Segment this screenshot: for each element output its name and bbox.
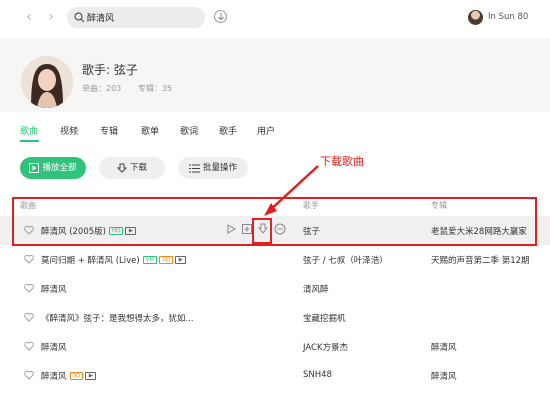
tag-vip: VIP [142, 256, 158, 264]
song-title[interactable]: 醉清风 [41, 283, 67, 295]
batch-operation-label: 批量操作 [202, 163, 237, 173]
heart-icon[interactable] [24, 312, 34, 322]
table-row[interactable]: 醉清风 (2005版) HQ ▶ 弦子 老鼠爱大米28网路大赢家 [0, 216, 550, 245]
tag-sq: SQ [159, 256, 174, 264]
tag-mv-icon[interactable]: ▶ [85, 372, 97, 380]
more-icon[interactable] [273, 222, 287, 236]
forward-arrow-icon[interactable]: › [44, 9, 58, 25]
back-arrow-icon[interactable]: ‹ [22, 9, 36, 25]
table-row[interactable]: 醉清风 清风醉 [0, 274, 550, 303]
tag-sq: SQ [69, 372, 84, 380]
song-album[interactable]: 醉清风 [431, 370, 457, 382]
song-table-header: 歌曲 歌手 专辑 [0, 196, 550, 214]
heart-icon[interactable] [24, 341, 34, 351]
heart-icon[interactable] [24, 254, 34, 264]
song-singer[interactable]: 弦子 / 七叔（叶泽浩） [303, 254, 388, 266]
tab-users[interactable]: 用户 [257, 124, 275, 137]
song-title-text[interactable]: 醉清风 [41, 285, 67, 295]
user-avatar[interactable] [468, 10, 483, 25]
tag-mv-icon[interactable]: ▶ [175, 256, 187, 264]
download-icon [116, 163, 127, 173]
song-title[interactable]: 《醉清风》弦子：是我想得太多，犹如... [41, 312, 194, 324]
tab-songs[interactable]: 歌曲 [20, 124, 38, 137]
annotation-label: 下载歌曲 [320, 155, 364, 168]
singles-count: 单曲：203 [82, 84, 122, 93]
song-title-text[interactable]: 《醉清风》弦子：是我想得太多，犹如... [41, 314, 194, 324]
song-singer[interactable]: 弦子 [303, 225, 320, 237]
song-tags: HQ ▶ [108, 227, 138, 237]
song-title-text[interactable]: 醉清风 (2005版) [41, 227, 106, 237]
column-singer: 歌手 [303, 201, 319, 210]
song-singer[interactable]: 清风醉 [303, 283, 329, 295]
play-icon[interactable] [224, 222, 238, 236]
song-album[interactable]: 醉清风 [431, 341, 457, 353]
user-name[interactable]: In Sun 80 [488, 12, 528, 22]
song-title[interactable]: 醉清风 SQ ▶ [41, 370, 98, 382]
song-title-text[interactable]: 醉清风 [41, 372, 67, 382]
song-album[interactable]: 天赐的声音第二季 第12期 [431, 254, 530, 266]
download-icon[interactable] [256, 222, 270, 236]
tag-mv-icon[interactable]: ▶ [125, 227, 137, 235]
download-manager-icon[interactable] [214, 10, 227, 23]
play-all-label: 播放全部 [42, 163, 77, 173]
tab-singers[interactable]: 歌手 [219, 124, 237, 137]
song-title-text[interactable]: 莫问归期 + 醉清风 (Live) [41, 256, 140, 266]
top-bar: ‹ › 醉清风 In Sun 80 [0, 0, 550, 38]
song-album[interactable]: 老鼠爱大米28网路大赢家 [431, 225, 527, 237]
download-button[interactable]: 下载 [99, 157, 165, 179]
search-value[interactable]: 醉清风 [87, 11, 114, 24]
table-row[interactable]: 《醉清风》弦子：是我想得太多，犹如... 宝藏挖掘机 [0, 303, 550, 332]
song-title-text[interactable]: 醉清风 [41, 343, 67, 353]
tab-albums[interactable]: 专辑 [100, 124, 118, 137]
search-input[interactable]: 醉清风 [67, 7, 205, 28]
tab-playlists[interactable]: 歌单 [141, 124, 159, 137]
song-singer[interactable]: 宝藏挖掘机 [303, 312, 346, 324]
artist-stats: 单曲：203 专辑：35 [82, 83, 186, 94]
song-tags: VIP SQ ▶ [142, 256, 189, 266]
heart-icon[interactable] [24, 283, 34, 293]
tab-videos[interactable]: 视频 [60, 124, 78, 137]
song-title[interactable]: 醉清风 [41, 341, 67, 353]
download-label: 下载 [129, 163, 147, 173]
list-icon [188, 164, 200, 172]
song-singer[interactable]: JACK方景杰 [303, 341, 348, 353]
play-icon [29, 163, 40, 173]
song-singer[interactable]: SNH48 [303, 370, 332, 380]
song-title[interactable]: 莫问归期 + 醉清风 (Live) VIP SQ ▶ [41, 254, 188, 266]
play-all-button[interactable]: 播放全部 [20, 157, 86, 179]
artist-header: 歌手: 弦子 单曲：203 专辑：35 [0, 38, 550, 112]
active-tab-indicator [20, 140, 39, 142]
column-album: 专辑 [431, 201, 447, 210]
tag-hq: HQ [108, 227, 124, 235]
batch-operation-button[interactable]: 批量操作 [178, 157, 248, 179]
tab-lyrics[interactable]: 歌词 [180, 124, 198, 137]
heart-icon[interactable] [24, 225, 34, 235]
table-row[interactable]: 莫问归期 + 醉清风 (Live) VIP SQ ▶ 弦子 / 七叔（叶泽浩） 天赐的声音… [0, 245, 550, 274]
song-tags: SQ ▶ [69, 372, 99, 382]
table-row[interactable]: 醉清风 JACK方景杰 醉清风 [0, 332, 550, 361]
albums-count: 专辑：35 [137, 84, 173, 93]
add-icon[interactable] [240, 222, 254, 236]
artist-photo [21, 56, 73, 108]
heart-icon[interactable] [24, 370, 34, 380]
column-song: 歌曲 [20, 201, 36, 210]
table-row[interactable]: 醉清风 SQ ▶ SNH48 醉清风 [0, 361, 550, 390]
search-icon [74, 12, 85, 23]
artist-name: 歌手: 弦子 [82, 63, 138, 77]
song-title[interactable]: 醉清风 (2005版) HQ ▶ [41, 225, 138, 237]
